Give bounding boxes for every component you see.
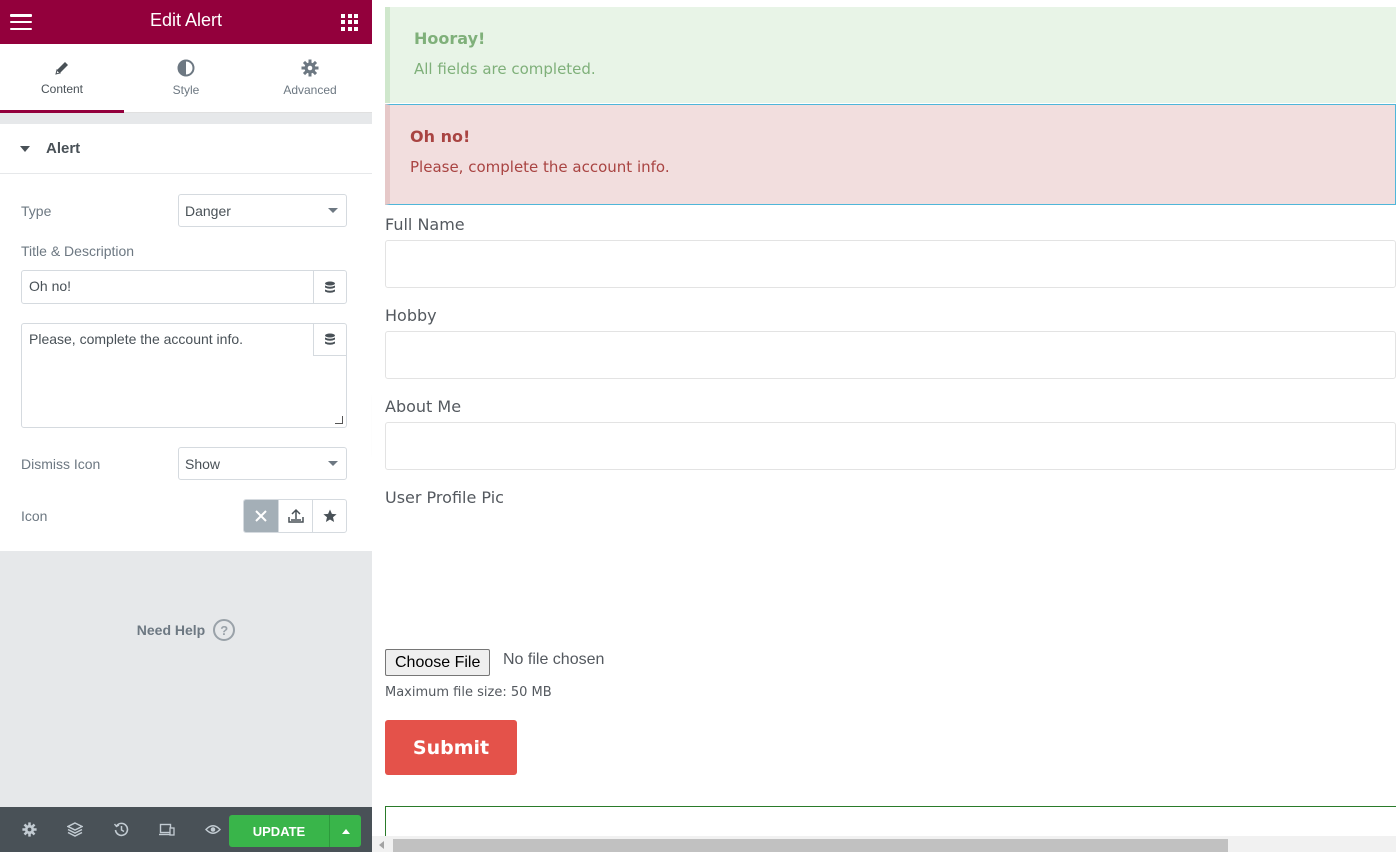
title-input[interactable]: Oh no! xyxy=(22,271,313,303)
contrast-icon xyxy=(177,59,195,77)
file-status: No file chosen xyxy=(503,651,605,668)
description-textarea[interactable]: Please, complete the account info. xyxy=(22,324,313,427)
section-toggle[interactable]: Alert xyxy=(0,124,372,174)
upload-svg-button[interactable] xyxy=(278,500,312,532)
panel-header: Edit Alert xyxy=(0,0,372,44)
history-icon xyxy=(113,822,128,837)
gear-icon xyxy=(21,822,37,837)
update-button[interactable]: UPDATE xyxy=(229,815,329,847)
scrollbar-thumb[interactable] xyxy=(393,839,1228,852)
alert-success[interactable]: Hooray! All fields are completed. xyxy=(385,7,1396,103)
alert-section: Alert Type Danger Title & Description Oh… xyxy=(0,124,372,551)
full-name-label: Full Name xyxy=(385,215,465,234)
section-title: Alert xyxy=(46,140,81,157)
tab-style-label: Style xyxy=(172,83,200,97)
type-select[interactable]: Danger xyxy=(178,194,347,227)
alert-danger-title: Oh no! xyxy=(410,127,471,146)
resize-handle-icon[interactable] xyxy=(335,416,343,424)
title-description-label: Title & Description xyxy=(21,243,135,259)
tab-content-label: Content xyxy=(40,82,84,96)
menu-icon[interactable] xyxy=(10,14,32,30)
dynamic-tags-button[interactable] xyxy=(313,324,346,356)
close-icon xyxy=(255,510,267,522)
dismiss-icon-select[interactable]: Show xyxy=(178,447,347,480)
database-icon xyxy=(325,281,335,293)
alert-danger[interactable]: Oh no! Please, complete the account info… xyxy=(385,104,1396,205)
type-label: Type xyxy=(21,202,52,219)
description-textarea-group: Please, complete the account info. xyxy=(21,323,347,428)
tab-style[interactable]: Style xyxy=(124,44,248,112)
settings-button[interactable] xyxy=(6,822,52,837)
panel-title: Edit Alert xyxy=(149,10,223,30)
save-options-button[interactable] xyxy=(329,815,361,847)
icon-label: Icon xyxy=(21,508,48,524)
icon-choices xyxy=(243,499,347,533)
need-help-label: Need Help xyxy=(136,622,206,638)
tab-advanced[interactable]: Advanced xyxy=(248,44,372,112)
star-icon xyxy=(322,509,337,522)
pencil-icon xyxy=(55,62,68,75)
responsive-mode-button[interactable] xyxy=(144,823,190,836)
submit-button[interactable]: Submit xyxy=(385,720,517,775)
about-me-input[interactable] xyxy=(385,422,1396,470)
dismiss-select-value: Show xyxy=(185,455,221,472)
gear-icon xyxy=(301,59,319,77)
caret-up-icon xyxy=(341,828,350,834)
icon-library-button[interactable] xyxy=(312,500,346,532)
upload-icon xyxy=(287,508,304,523)
dynamic-tags-button[interactable] xyxy=(313,271,346,303)
editor-panel: Edit Alert Content Style Advanced Alert … xyxy=(0,0,372,852)
question-icon: ? xyxy=(213,619,236,641)
alert-success-title: Hooray! xyxy=(414,29,486,48)
preview-canvas: Hooray! All fields are completed. Oh no!… xyxy=(372,0,1396,852)
type-select-value: Danger xyxy=(185,202,231,219)
hobby-label: Hobby xyxy=(385,306,437,325)
alert-danger-description: Please, complete the account info. xyxy=(410,158,670,176)
tab-content[interactable]: Content xyxy=(0,44,124,113)
navigator-button[interactable] xyxy=(52,822,98,837)
chevron-down-icon xyxy=(328,461,338,466)
panel-tabs: Content Style Advanced xyxy=(0,44,372,113)
panel-footer: UPDATE xyxy=(0,807,372,852)
profile-pic-label: User Profile Pic xyxy=(385,488,504,507)
max-file-size-note: Maximum file size: 50 MB xyxy=(385,685,552,700)
tab-advanced-label: Advanced xyxy=(283,83,337,97)
widgets-grid-icon[interactable] xyxy=(341,13,358,31)
history-button[interactable] xyxy=(98,822,144,837)
scroll-left-icon[interactable] xyxy=(379,841,384,849)
layers-icon xyxy=(67,822,83,837)
chevron-down-icon xyxy=(328,208,338,213)
eye-icon xyxy=(205,825,221,834)
caret-down-icon xyxy=(20,145,30,152)
horizontal-scrollbar[interactable] xyxy=(372,836,1396,852)
no-icon-button[interactable] xyxy=(244,500,278,532)
hobby-input[interactable] xyxy=(385,331,1396,379)
database-icon xyxy=(325,333,335,345)
dismiss-icon-label: Dismiss Icon xyxy=(21,455,101,472)
full-name-input[interactable] xyxy=(385,240,1396,288)
title-input-group: Oh no! xyxy=(21,270,347,304)
choose-file-button[interactable]: Choose File xyxy=(385,649,491,676)
about-me-label: About Me xyxy=(385,397,462,416)
update-button-group: UPDATE xyxy=(229,815,361,847)
devices-icon xyxy=(159,823,175,836)
need-help-link[interactable]: Need Help ? xyxy=(0,619,372,641)
alert-success-description: All fields are completed. xyxy=(414,60,596,78)
